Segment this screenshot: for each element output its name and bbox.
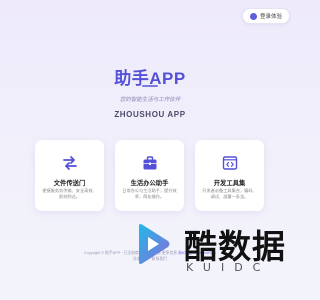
card-title: 开发工具集: [213, 180, 246, 187]
watermark-overlay: 酷数据 KUIDC: [128, 198, 298, 298]
watermark-subtext: KUIDC: [186, 261, 271, 274]
app-subtitle: 您的智能生活与工作伙伴: [119, 97, 181, 103]
user-circle-icon: [249, 12, 257, 20]
code-window-icon: [222, 156, 238, 170]
feature-card-file-transfer[interactable]: 文件传送门 便捷服务务传输、安全高效、即刻到达。: [35, 140, 104, 211]
login-button[interactable]: 登录体验: [241, 8, 290, 24]
play-logo-icon: [139, 224, 170, 264]
card-description: 便捷服务务传输、安全高效、即刻到达。: [42, 188, 97, 199]
login-label: 登录体验: [259, 14, 282, 20]
briefcase-icon: [143, 156, 157, 170]
app-english-name: ZHOUSHOU APP: [114, 110, 186, 119]
card-title: 生活办公助手: [130, 180, 169, 187]
title-underline: [142, 85, 158, 87]
exchange-arrows-icon: [63, 156, 77, 170]
page: 登录体验 助手APP 您的智能生活与工作伙伴 ZHOUSHOU APP 文件传送…: [0, 0, 300, 300]
card-title: 文件传送门: [53, 180, 86, 187]
